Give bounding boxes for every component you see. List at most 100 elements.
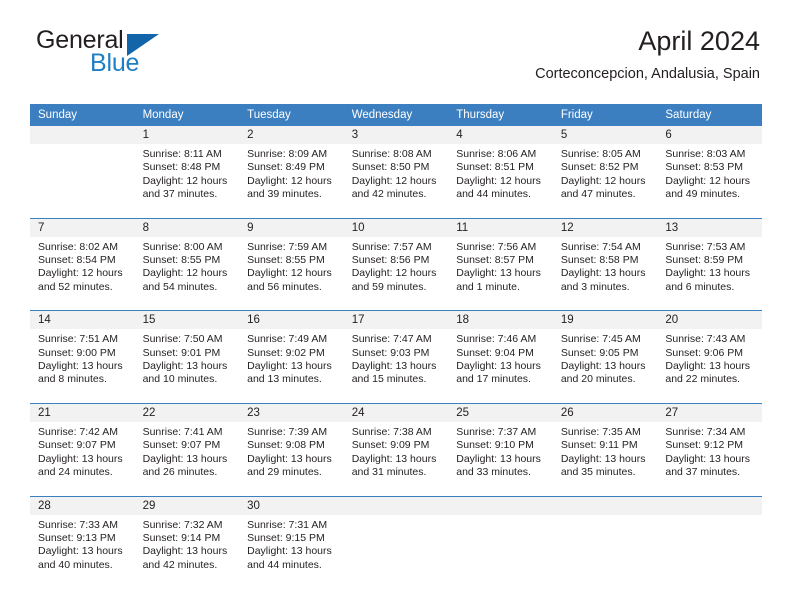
day-number-cell[interactable]: 22 [134,403,240,422]
day-sunset-text: Sunset: 8:49 PM [247,161,325,174]
day-number-cell[interactable]: 11 [448,218,553,237]
day-detail-row: Sunrise: 7:51 AM Sunset: 9:00 PM Daylight:… [30,329,762,403]
day-sunrise-text: Sunrise: 7:46 AM [456,333,537,346]
day-sunrise-text: Sunrise: 7:56 AM [456,240,537,253]
empty-day-cell [343,496,449,515]
day-number-cell[interactable]: 1 [134,126,240,144]
day-number-cell[interactable]: 24 [343,403,449,422]
day-number-cell[interactable]: 17 [343,311,449,330]
day-number-cell[interactable]: 18 [448,311,553,330]
day-number-cell[interactable]: 8 [134,218,240,237]
day-sunset-text: Sunset: 9:14 PM [142,531,221,544]
empty-day-cell [552,496,658,515]
day-daylight1-text: Daylight: 13 hours [142,360,228,373]
day-daylight1-text: Daylight: 13 hours [351,452,437,465]
day-daylight2-text: and 6 minutes. [665,280,735,293]
day-number-cell[interactable]: 19 [552,311,658,330]
day-sunset-text: Sunset: 9:01 PM [142,346,221,359]
day-number-cell[interactable]: 27 [657,403,762,422]
day-number-cell[interactable]: 6 [657,126,762,144]
day-number-row: 21 22 23 24 25 26 27 [30,403,762,422]
day-info-cell: Sunrise: 7:59 AM Sunset: 8:55 PM Daylight:… [239,237,344,311]
day-sunset-text: Sunset: 8:50 PM [351,161,430,174]
day-number-cell[interactable]: 4 [448,126,553,144]
day-info-cell: Sunrise: 7:31 AM Sunset: 9:15 PM Daylight:… [239,515,344,589]
empty-day-cell [30,126,135,144]
day-sunset-text: Sunset: 8:48 PM [142,161,221,174]
day-number-cell[interactable]: 26 [552,403,658,422]
day-number-cell[interactable]: 9 [239,218,344,237]
day-sunrise-text: Sunrise: 7:54 AM [560,240,641,253]
day-info-cell: Sunrise: 7:41 AM Sunset: 9:07 PM Daylight:… [135,422,240,496]
day-sunset-text: Sunset: 9:07 PM [142,439,221,452]
day-daylight1-text: Daylight: 12 hours [247,267,332,280]
day-daylight1-text: Daylight: 12 hours [142,267,228,280]
day-number-cell[interactable]: 23 [239,403,344,422]
day-number-cell[interactable]: 20 [657,311,762,330]
day-number-cell[interactable]: 21 [30,403,135,422]
day-daylight1-text: Daylight: 13 hours [247,452,332,465]
day-daylight1-text: Daylight: 13 hours [665,360,751,373]
sunrise-sunset-calendar: Sunday Monday Tuesday Wednesday Thursday… [30,104,762,589]
day-daylight1-text: Daylight: 13 hours [247,545,332,558]
day-number-cell[interactable]: 30 [239,496,344,515]
day-info-cell: Sunrise: 7:53 AM Sunset: 8:59 PM Daylight:… [657,237,762,311]
day-sunrise-text: Sunrise: 8:02 AM [38,240,118,253]
day-sunset-text: Sunset: 9:13 PM [38,531,116,544]
day-daylight2-text: and 42 minutes. [351,188,427,201]
day-number-cell[interactable]: 15 [134,311,240,330]
day-sunset-text: Sunset: 9:06 PM [665,346,744,359]
day-daylight1-text: Daylight: 12 hours [665,174,751,187]
day-detail-row: Sunrise: 7:33 AM Sunset: 9:13 PM Daylight:… [30,514,762,589]
day-daylight2-text: and 42 minutes. [142,558,218,571]
empty-day-info-cell [343,514,449,589]
day-number-cell[interactable]: 28 [30,496,135,515]
day-daylight2-text: and 47 minutes. [560,188,636,201]
day-daylight1-text: Daylight: 13 hours [665,452,751,465]
day-sunset-text: Sunset: 8:53 PM [665,161,744,174]
day-number-cell[interactable]: 25 [448,403,553,422]
day-daylight1-text: Daylight: 12 hours [560,174,646,187]
day-number-cell[interactable]: 13 [657,218,762,237]
day-number-cell[interactable]: 16 [239,311,344,330]
day-info-cell: Sunrise: 7:35 AM Sunset: 9:11 PM Daylight:… [553,422,658,496]
day-info-cell: Sunrise: 8:00 AM Sunset: 8:55 PM Daylight:… [135,237,240,311]
weekday-header-friday: Friday [552,104,658,126]
day-daylight2-text: and 3 minutes. [560,280,630,293]
day-number-cell[interactable]: 10 [343,218,449,237]
empty-day-info-cell [30,144,135,219]
day-sunrise-text: Sunrise: 8:05 AM [560,148,641,160]
day-number-cell[interactable]: 12 [552,218,658,237]
day-sunset-text: Sunset: 8:54 PM [38,254,116,267]
day-number-cell[interactable]: 14 [30,311,135,330]
day-sunset-text: Sunset: 8:55 PM [142,254,221,267]
day-number-cell[interactable]: 5 [552,126,658,144]
day-daylight1-text: Daylight: 13 hours [351,360,437,373]
day-sunrise-text: Sunrise: 7:32 AM [142,518,223,531]
day-info-cell: Sunrise: 7:46 AM Sunset: 9:04 PM Daylight:… [448,329,553,403]
day-number-row: 14 15 16 17 18 19 20 [30,311,762,330]
day-number-row: 123456 [30,126,762,144]
day-number-cell[interactable]: 7 [30,218,135,237]
day-info-cell: Sunrise: 7:37 AM Sunset: 9:10 PM Daylight:… [448,422,553,496]
day-daylight1-text: Daylight: 12 hours [351,267,437,280]
day-sunset-text: Sunset: 9:03 PM [351,346,430,359]
calendar-page: General Blue April 2024 Corteconcepcion,… [0,0,792,612]
day-daylight2-text: and 29 minutes. [247,466,322,479]
day-daylight1-text: Daylight: 13 hours [560,452,646,465]
day-number-cell[interactable]: 2 [239,126,344,144]
day-daylight2-text: and 56 minutes. [247,280,322,293]
title-block: April 2024 Corteconcepcion, Andalusia, S… [535,26,760,83]
day-info-cell: Sunrise: 7:50 AM Sunset: 9:01 PM Daylight:… [135,329,240,403]
day-sunrise-text: Sunrise: 7:57 AM [351,240,432,253]
day-daylight1-text: Daylight: 12 hours [351,174,437,187]
general-blue-logo[interactable]: General Blue [32,26,232,84]
day-info-cell: Sunrise: 7:54 AM Sunset: 8:58 PM Daylight:… [553,237,658,311]
day-sunset-text: Sunset: 9:02 PM [247,346,325,359]
day-sunrise-text: Sunrise: 7:42 AM [38,425,118,438]
day-number-cell[interactable]: 3 [343,126,449,144]
day-sunset-text: Sunset: 9:07 PM [38,439,116,452]
day-number-cell[interactable]: 29 [134,496,240,515]
day-daylight1-text: Daylight: 13 hours [560,267,646,280]
day-sunrise-text: Sunrise: 7:38 AM [351,425,432,438]
